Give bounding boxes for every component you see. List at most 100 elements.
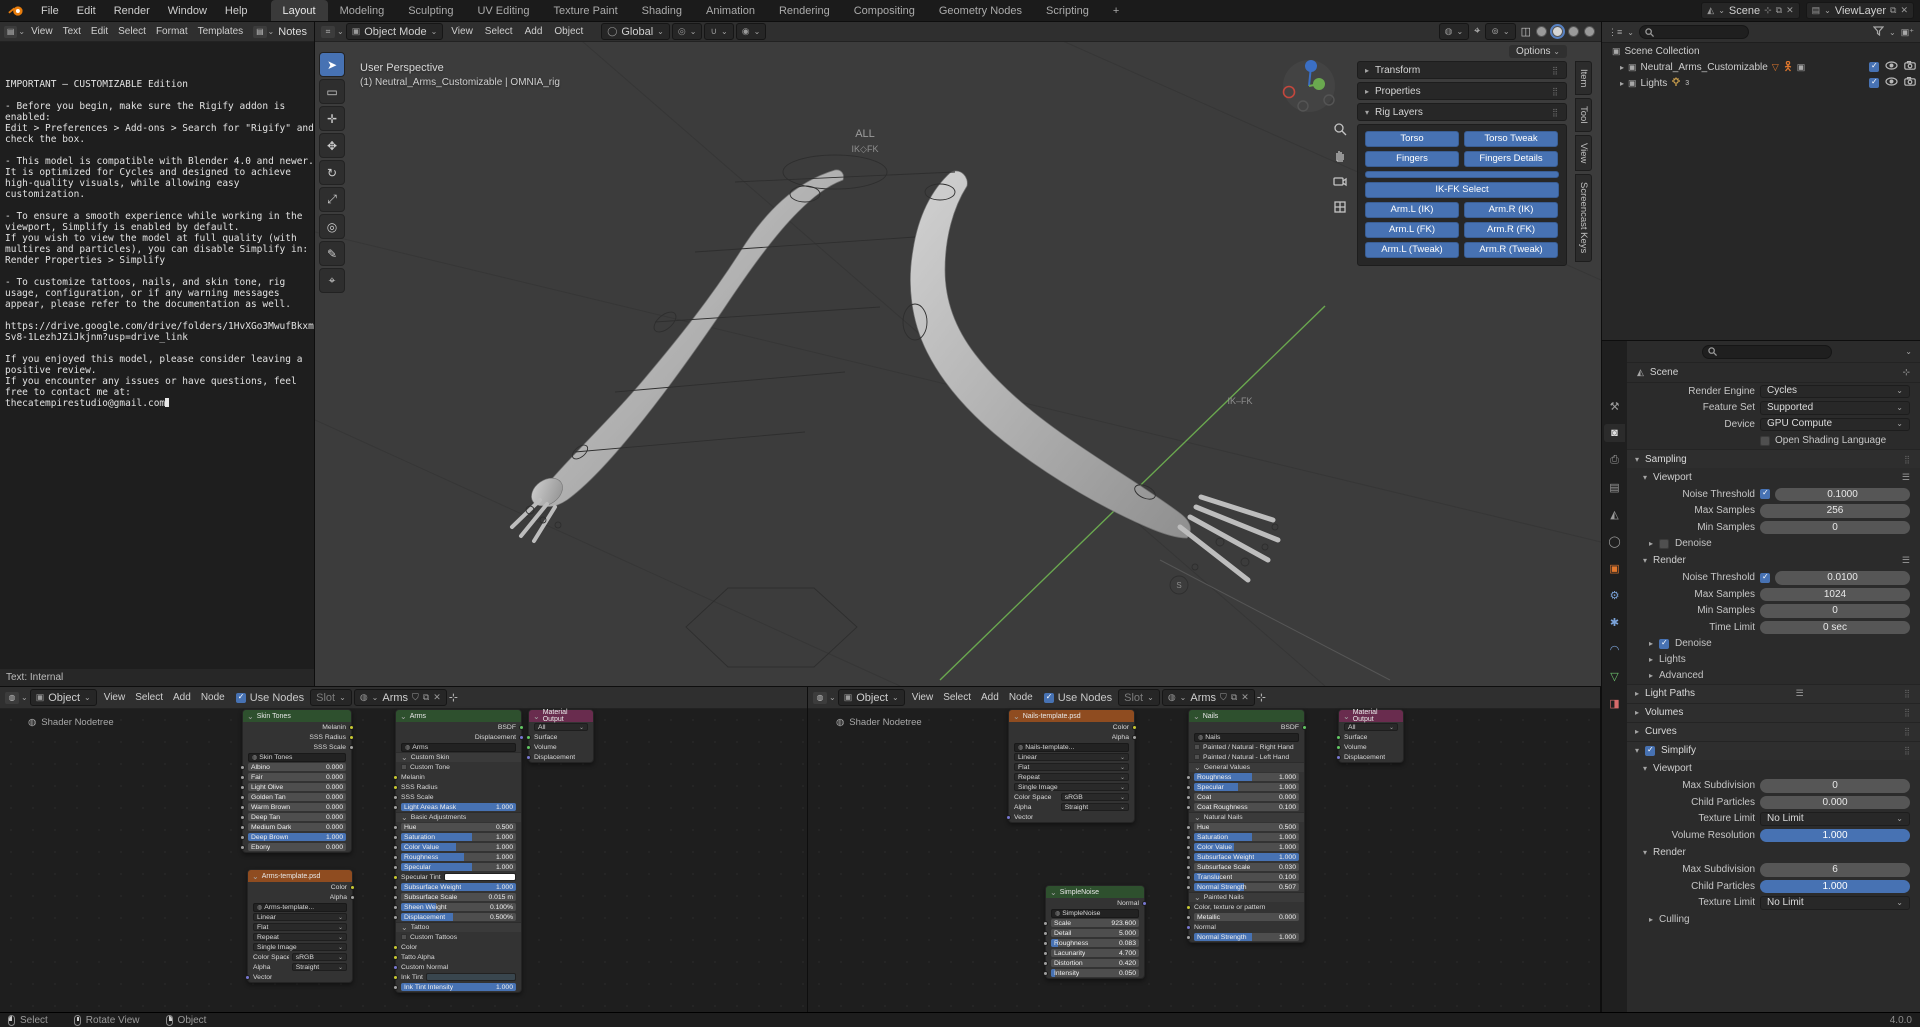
- copy-icon[interactable]: ⧉: [1231, 692, 1237, 703]
- rotate-tool[interactable]: ↻: [319, 160, 345, 185]
- subpanel-checkbox[interactable]: [1659, 638, 1670, 649]
- pin-icon[interactable]: ⊹: [1257, 691, 1266, 704]
- drag-grip-icon[interactable]: ⣿: [1904, 689, 1910, 698]
- node-row-lacunarity[interactable]: Lacunarity 4.700: [1043, 948, 1144, 958]
- topbar-menu[interactable]: Help: [216, 0, 257, 21]
- render-visibility-icon[interactable]: [1904, 76, 1916, 89]
- editor-type-icon[interactable]: ◍: [5, 691, 19, 704]
- node-row-subsurface-scale[interactable]: Subsurface Scale 0.030: [1186, 862, 1304, 872]
- rig-layer-button[interactable]: Arm.R (Tweak): [1464, 242, 1558, 258]
- node-row-subsurface-scale[interactable]: Subsurface Scale 0.015 m: [393, 892, 521, 902]
- node-row-scale[interactable]: Scale 923.600: [1043, 918, 1144, 928]
- filter-funnel-icon[interactable]: [1872, 26, 1885, 38]
- xray-icon[interactable]: ◫: [1521, 25, 1531, 38]
- node-row-color-value[interactable]: Color Value 1.000: [393, 842, 521, 852]
- rig-layer-button[interactable]: Fingers Details: [1464, 151, 1558, 167]
- panel-header[interactable]: ▸ Volumes ⣿: [1627, 702, 1920, 722]
- node-row-repeat[interactable]: Repeat ⌄: [248, 932, 352, 942]
- node-material-output[interactable]: ⌄ Material Output All ⌄ Surface Volume Displac…: [526, 709, 594, 763]
- drag-grip-icon[interactable]: ⣿: [1552, 108, 1559, 117]
- node-row-alpha[interactable]: Alpha Straight ⌄: [248, 962, 352, 972]
- node-row-saturation[interactable]: Saturation 1.000: [393, 832, 521, 842]
- node-row-fair[interactable]: Fair 0.000: [240, 772, 351, 782]
- subpanel-header[interactable]: ▾ Viewport ☰: [1627, 468, 1920, 486]
- rig-layer-button[interactable]: Torso: [1365, 131, 1459, 147]
- text-editor-menu[interactable]: View: [26, 22, 58, 42]
- node-nails-template-psd[interactable]: ⌄ Nails-template.psd Color Alpha ◍ Nails-temp…: [1006, 709, 1137, 823]
- node-row-nails-template-[interactable]: ◍ Nails-template...: [1009, 742, 1134, 752]
- property-dropdown[interactable]: Cycles ⌄: [1760, 384, 1910, 398]
- outliner-row-object[interactable]: ▸ ▣ Neutral_Arms_Customizable ▽ ▣: [1602, 59, 1920, 75]
- n-panel-tab[interactable]: Tool: [1575, 98, 1592, 132]
- editor-type-icon[interactable]: ▤: [4, 25, 18, 38]
- node-row-natural-nails[interactable]: ⌄ Natural Nails: [1189, 812, 1304, 822]
- node-row-color-space[interactable]: Color Space sRGB ⌄: [1009, 792, 1134, 802]
- node-row-single-image[interactable]: Single Image ⌄: [248, 942, 352, 952]
- fake-user-shield-icon[interactable]: ⛉: [1220, 692, 1227, 703]
- node-arms[interactable]: ⌄ Arms BSDF Displacement ◍ Arms ⌄ Custom Skin Cu…: [393, 709, 524, 993]
- property-value-field[interactable]: 0: [1760, 520, 1910, 534]
- particles-tab-icon[interactable]: ✱: [1604, 613, 1625, 631]
- property-value-field[interactable]: 6: [1760, 863, 1910, 877]
- text-datablock-name[interactable]: Notes: [275, 26, 310, 38]
- node-row-normal-strength[interactable]: Normal Strength 0.507: [1186, 882, 1304, 892]
- pin-icon[interactable]: ⊹: [1764, 5, 1772, 16]
- world-tab-icon[interactable]: ◯: [1604, 532, 1625, 550]
- use-nodes-toggle[interactable]: Use Nodes: [1043, 692, 1112, 704]
- drag-grip-icon[interactable]: ⣿: [1904, 708, 1910, 717]
- unlink-icon[interactable]: ✕: [1241, 692, 1249, 703]
- topbar-menu[interactable]: File: [32, 0, 68, 21]
- property-dropdown[interactable]: Supported ⌄: [1760, 401, 1910, 415]
- property-value-field[interactable]: 0.000: [1760, 795, 1910, 809]
- exclude-checkbox[interactable]: [1869, 77, 1879, 88]
- viewport-menu[interactable]: View: [445, 22, 479, 42]
- options-dropdown[interactable]: Options ⌄: [1509, 45, 1567, 58]
- collapsed-subpanel[interactable]: ▸ Advanced: [1627, 668, 1920, 684]
- workspace-tab[interactable]: Layout: [270, 0, 328, 21]
- subpanel-header[interactable]: ▾ Render: [1627, 844, 1920, 862]
- properties-search-input[interactable]: [1702, 344, 1833, 359]
- collapsed-subpanel[interactable]: ▸ Culling: [1627, 911, 1920, 927]
- node-row-light-areas-mask[interactable]: Light Areas Mask 1.000: [393, 802, 521, 812]
- slot-selector[interactable]: Slot ⌄: [1118, 689, 1160, 706]
- expand-icon[interactable]: ▸: [1620, 79, 1624, 88]
- shader-menu[interactable]: Add: [976, 687, 1004, 709]
- gizmo-y-axis[interactable]: [1313, 78, 1325, 90]
- copy-icon[interactable]: ⧉: [423, 692, 429, 703]
- perspective-toggle-icon[interactable]: [1331, 198, 1349, 216]
- n-panel-tab[interactable]: View: [1575, 134, 1592, 172]
- node-row-ebony[interactable]: Ebony 0.000: [240, 842, 351, 852]
- text-editor-menu[interactable]: Text: [58, 22, 86, 42]
- property-value-field[interactable]: 0: [1760, 604, 1910, 618]
- rig-layer-button[interactable]: Fingers: [1365, 151, 1459, 167]
- node-row-specular-tint[interactable]: Specular Tint: [393, 872, 521, 882]
- workspace-tab[interactable]: Compositing: [842, 0, 927, 21]
- outliner-search-input[interactable]: [1638, 25, 1749, 39]
- node-row-sheen-weight[interactable]: Sheen Weight 0.100%: [393, 902, 521, 912]
- drag-grip-icon[interactable]: ⣿: [1904, 727, 1910, 736]
- output-tab-icon[interactable]: ⎙: [1604, 451, 1625, 469]
- select-box-tool[interactable]: ▭: [319, 79, 345, 104]
- visibility-dropdown[interactable]: ◍ ⌄: [1438, 23, 1470, 40]
- pivot-selector[interactable]: ◎ ⌄: [671, 23, 703, 40]
- mode-selector[interactable]: ▣ Object Mode ⌄: [345, 23, 444, 40]
- collapsed-subpanel[interactable]: ▸ Lights: [1627, 652, 1920, 668]
- node-row-repeat[interactable]: Repeat ⌄: [1009, 772, 1134, 782]
- node-canvas[interactable]: ◍ Shader Nodetree ⌄ Skin Tones Melanin SSS R…: [0, 709, 807, 1012]
- shading-material-icon[interactable]: [1568, 26, 1579, 37]
- property-checkbox[interactable]: [1760, 488, 1770, 500]
- text-editor-menu[interactable]: Templates: [193, 22, 249, 42]
- node-row-detail[interactable]: Detail 5.000: [1043, 928, 1144, 938]
- viewlayer-selector[interactable]: ▤ ⌄ ViewLayer ⧉ ✕: [1805, 2, 1914, 19]
- n-panel-section[interactable]: ▸ Properties ⣿: [1357, 82, 1567, 100]
- workspace-tab[interactable]: +: [1101, 0, 1131, 21]
- node-row-roughness[interactable]: Roughness 1.000: [393, 852, 521, 862]
- data-tab-icon[interactable]: ▽: [1604, 667, 1625, 685]
- topbar-menu[interactable]: Window: [159, 0, 216, 21]
- text-editor-menu[interactable]: Select: [113, 22, 151, 42]
- outliner-row-lights[interactable]: ▸ ▣ Lights 3: [1602, 75, 1920, 91]
- pin-icon[interactable]: ⊹: [449, 691, 458, 704]
- measure-tool[interactable]: ⌖: [319, 268, 345, 293]
- node-row-roughness[interactable]: Roughness 1.000: [1186, 772, 1304, 782]
- node-arms-template-psd[interactable]: ⌄ Arms-template.psd Color Alpha ◍ Arms-templa…: [245, 869, 355, 983]
